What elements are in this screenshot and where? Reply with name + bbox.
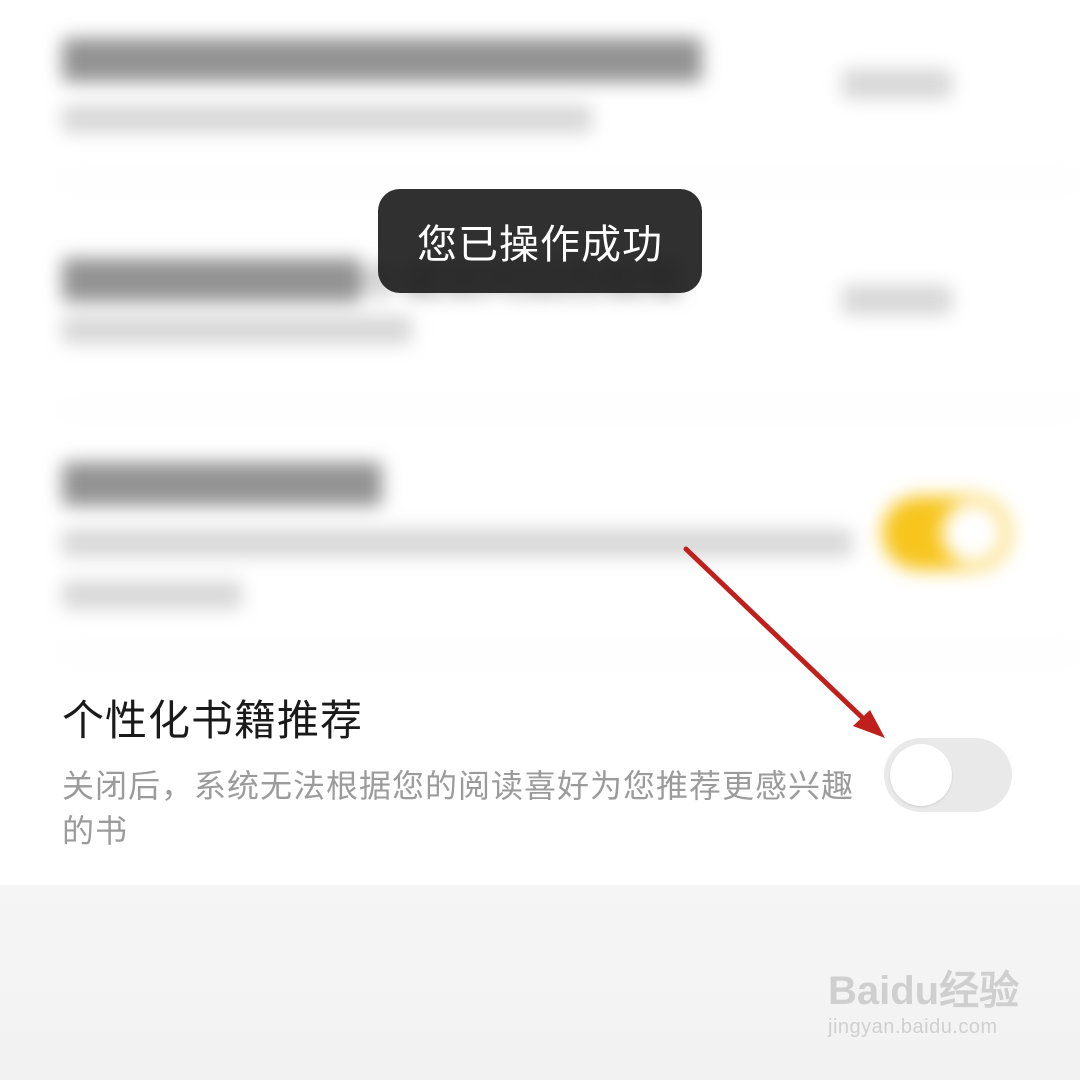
settings-screen: 小说访问日历权限 个性化书籍推荐 关闭后，系统无法根据您的阅读 xyxy=(0,0,1080,1080)
watermark-url: jingyan.baidu.com xyxy=(828,1016,998,1038)
red-arrow-icon xyxy=(683,546,885,738)
watermark-brand: Baidu经验 xyxy=(828,969,1019,1013)
baidu-paw-logo-icon: Baidu经验 xyxy=(828,969,1019,1013)
baidu-watermark: Baidu经验 jingyan.baidu.com xyxy=(828,960,1028,1060)
